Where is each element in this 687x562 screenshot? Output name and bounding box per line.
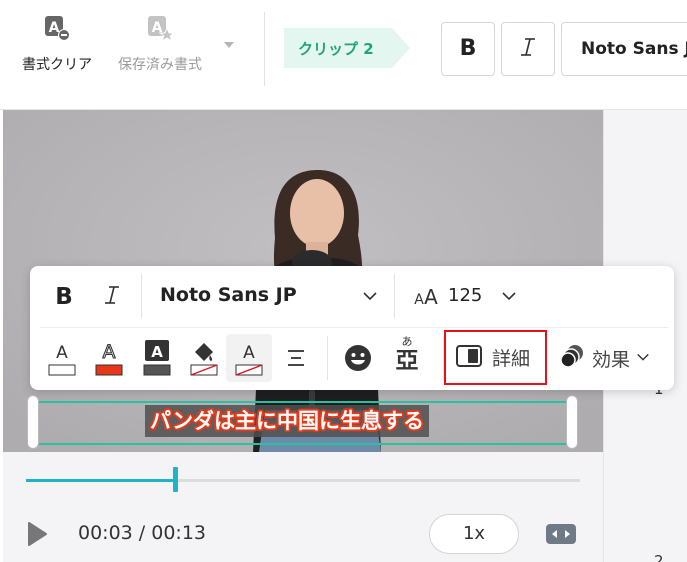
effect-button[interactable]: 効果: [560, 344, 650, 372]
background-color-icon: A: [143, 340, 171, 382]
outline-color-button[interactable]: A: [95, 338, 123, 382]
clip-tag-label: クリップ 2: [298, 40, 374, 58]
resize-handle-left[interactable]: [27, 395, 39, 449]
ruby-button[interactable]: あ 亞: [394, 335, 420, 375]
svg-text:A: A: [424, 285, 438, 307]
clear-format-button[interactable]: A 書式クリア: [22, 14, 92, 74]
play-icon: [26, 522, 48, 551]
playback-speed-button[interactable]: 1x: [429, 514, 519, 554]
svg-text:B: B: [460, 36, 477, 59]
clear-format-icon: A: [42, 14, 72, 48]
outline-color-icon: A: [95, 340, 123, 382]
float-bold-button[interactable]: B: [52, 281, 76, 313]
bold-icon: B: [52, 284, 76, 313]
chevron-down-icon[interactable]: [362, 288, 378, 308]
svg-text:A: A: [414, 292, 424, 307]
text-color-button[interactable]: A: [48, 338, 76, 382]
subtitle-text[interactable]: パンダは主に中国に生息する: [145, 405, 430, 437]
time-display: 00:03 / 00:13: [78, 522, 206, 544]
clear-format-label: 書式クリア: [22, 57, 92, 73]
saved-format-label: 保存済み書式: [118, 57, 202, 73]
italic-icon: [100, 286, 124, 311]
bold-icon: B: [456, 35, 480, 63]
divider: [141, 274, 142, 318]
background-color-button[interactable]: A: [143, 338, 171, 382]
float-font-select[interactable]: Noto Sans JP: [160, 284, 297, 306]
fit-screen-button[interactable]: [546, 524, 576, 548]
bold-button[interactable]: B: [441, 22, 495, 76]
emoji-icon: [344, 345, 372, 376]
chevron-down-icon: [636, 349, 650, 368]
detail-panel-icon: [456, 344, 482, 371]
chevron-down-icon[interactable]: [501, 288, 517, 308]
emoji-button[interactable]: [344, 344, 372, 376]
font-size-value[interactable]: 125: [448, 285, 482, 306]
ruby-base: 亞: [395, 348, 419, 374]
svg-text:A: A: [49, 20, 60, 36]
detail-label: 詳細: [492, 348, 531, 370]
ruby-reading: あ: [401, 335, 413, 348]
toolbar-divider: [264, 12, 265, 86]
saved-format-dropdown-icon[interactable]: [224, 42, 234, 48]
svg-text:B: B: [55, 284, 73, 309]
ruby-icon: あ 亞: [394, 335, 420, 375]
play-button[interactable]: [26, 521, 48, 551]
timeline-progress: [26, 479, 176, 482]
float-italic-button[interactable]: [100, 283, 124, 311]
fit-screen-icon: [546, 524, 576, 548]
fill-color-button[interactable]: [190, 338, 218, 382]
highlight-color-button[interactable]: A: [226, 334, 272, 382]
floating-text-toolbar: B Noto Sans JP A A 125 A A A A あ 亞 詳細 効果: [30, 266, 674, 390]
divider: [40, 327, 668, 328]
highlight-color-icon: A: [235, 338, 263, 382]
effect-label: 効果: [592, 348, 631, 371]
top-toolbar: A 書式クリア A 保存済み書式 クリップ 2 B Noto Sans: [0, 0, 687, 110]
font-size-icon: A A: [412, 285, 440, 311]
timeline-scrubber[interactable]: [173, 467, 178, 492]
divider: [327, 336, 328, 380]
resize-handle-right[interactable]: [566, 395, 578, 449]
italic-button[interactable]: [501, 22, 555, 76]
align-center-icon: [284, 350, 308, 374]
svg-text:A: A: [243, 343, 255, 363]
text-color-icon: A: [48, 343, 76, 382]
row-number: 2: [654, 552, 664, 562]
svg-text:A: A: [103, 341, 116, 363]
paint-bucket-icon: [190, 343, 218, 382]
detail-button[interactable]: 詳細: [444, 330, 547, 385]
align-button[interactable]: [284, 346, 308, 374]
saved-format-button[interactable]: A 保存済み書式: [118, 14, 202, 74]
clip-tag: クリップ 2: [284, 28, 410, 68]
effect-icon: [560, 344, 584, 372]
divider: [394, 274, 395, 318]
italic-icon: [516, 35, 540, 63]
saved-format-icon: A: [145, 14, 176, 48]
svg-text:A: A: [56, 343, 68, 363]
svg-text:A: A: [151, 343, 163, 361]
font-select[interactable]: Noto Sans JP: [561, 22, 687, 76]
